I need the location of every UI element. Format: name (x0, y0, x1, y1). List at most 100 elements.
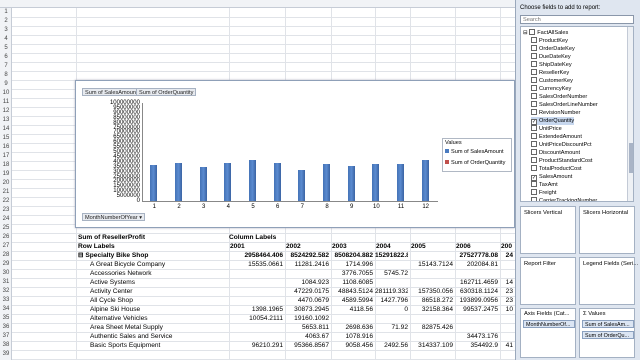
field-list-scrollbar[interactable] (627, 27, 633, 201)
checkbox-icon[interactable] (531, 69, 537, 75)
row-number[interactable]: 3 (0, 26, 12, 35)
pivot-value-cell[interactable]: 2698.636 (331, 323, 373, 332)
row-number[interactable]: 38 (0, 341, 12, 350)
pivot-row-label[interactable]: ⊟ Specialty Bike Shop (78, 251, 228, 260)
pivot-value-cell[interactable]: 10 (500, 305, 513, 314)
pivot-year-header[interactable]: 200 (501, 242, 514, 251)
checkbox-icon[interactable] (531, 149, 537, 155)
pivot-row-label[interactable]: All Cycle Shop (90, 296, 228, 305)
row-number[interactable]: 26 (0, 233, 12, 242)
pivot-value-cell[interactable]: 5745.72 (375, 269, 408, 278)
pivot-row-label[interactable]: Basic Sports Equipment (90, 341, 228, 350)
pivot-value-cell[interactable]: 8524292.582 (285, 251, 329, 260)
pivot-year-header[interactable]: 2005 (411, 242, 454, 251)
row-number[interactable]: 31 (0, 278, 12, 287)
chart-field-button-salesamount[interactable]: Sum of SalesAmount (82, 88, 141, 96)
pivot-value-cell[interactable] (375, 278, 408, 287)
field-item[interactable]: OrderDateKey (531, 45, 575, 53)
pivot-value-cell[interactable]: 99537.2475 (455, 305, 498, 314)
pivot-row-label[interactable]: Alpine Ski House (90, 305, 228, 314)
pivot-value-cell[interactable] (331, 314, 373, 323)
pivot-value-cell[interactable] (410, 269, 453, 278)
row-number[interactable]: 33 (0, 296, 12, 305)
pivot-year-header[interactable]: 2004 (376, 242, 409, 251)
pivot-value-cell[interactable] (500, 269, 513, 278)
row-number[interactable]: 15 (0, 134, 12, 143)
field-item[interactable]: DueDateKey (531, 53, 571, 61)
pivot-value-cell[interactable]: 34473.176 (455, 332, 498, 341)
bar-month-6[interactable] (273, 162, 281, 201)
field-item[interactable]: UnitPriceDiscountPct (531, 141, 592, 149)
pivot-row-label[interactable]: Activity Center (90, 287, 228, 296)
pivot-value-cell[interactable]: 1078.916 (331, 332, 373, 341)
pivot-value-cell[interactable] (285, 269, 329, 278)
row-number[interactable]: 25 (0, 224, 12, 233)
pivot-row-label[interactable]: Authentic Sales and Service (90, 332, 228, 341)
pivot-value-cell[interactable]: 1108.6085 (331, 278, 373, 287)
pivot-value-cell[interactable] (500, 323, 513, 332)
pivot-value-cell[interactable]: 86518.272 (410, 296, 453, 305)
checkbox-icon[interactable] (531, 181, 537, 187)
value-chip-orderquantity[interactable]: Sum of OrderQu... (582, 331, 634, 339)
area-slicers-vertical[interactable]: Slicers Vertical (520, 206, 576, 254)
pivot-value-cell[interactable]: 95366.8567 (285, 341, 329, 350)
row-number[interactable]: 4 (0, 35, 12, 44)
pivot-value-cell[interactable]: 48843.5124 (331, 287, 373, 296)
row-number[interactable]: 30 (0, 269, 12, 278)
pivot-value-cell[interactable] (410, 314, 453, 323)
pivot-value-cell[interactable]: 4470.0679 (285, 296, 329, 305)
row-number[interactable]: 22 (0, 197, 12, 206)
row-number[interactable]: 1 (0, 8, 12, 17)
pivot-value-cell[interactable]: 19160.1092 (285, 314, 329, 323)
pivot-row-label[interactable]: Accessories Network (90, 269, 228, 278)
scrollbar-thumb[interactable] (629, 143, 633, 173)
row-number[interactable]: 27 (0, 242, 12, 251)
checkbox-icon[interactable] (531, 85, 537, 91)
row-number[interactable]: 28 (0, 251, 12, 260)
pivot-value-cell[interactable]: 0 (375, 305, 408, 314)
checkbox-icon[interactable] (531, 109, 537, 115)
checkbox-icon[interactable] (531, 37, 537, 43)
row-number[interactable]: 9 (0, 80, 12, 89)
bar-month-1[interactable] (150, 165, 158, 201)
field-item[interactable]: RevisionNumber (531, 109, 580, 117)
pivot-value-cell[interactable]: 1427.796 (375, 296, 408, 305)
bar-month-2[interactable] (175, 162, 182, 201)
pivot-value-cell[interactable] (410, 251, 453, 260)
pivot-value-cell[interactable] (455, 323, 498, 332)
pivot-value-cell[interactable]: 1084.923 (285, 278, 329, 287)
checkbox-icon[interactable] (531, 53, 537, 59)
bar-month-3[interactable] (199, 166, 207, 201)
checkbox-icon[interactable] (531, 165, 537, 171)
row-number[interactable]: 10 (0, 89, 12, 98)
bar-month-7[interactable] (298, 170, 306, 201)
area-axis-fields[interactable]: Axis Fields (Cat... MonthNumberOf... (520, 308, 576, 358)
pivot-value-cell[interactable]: 14 (500, 278, 513, 287)
row-number[interactable]: 8 (0, 71, 12, 80)
pivot-value-cell[interactable]: 4118.56 (331, 305, 373, 314)
checkbox-icon[interactable] (531, 61, 537, 67)
field-item[interactable]: ProductKey (531, 37, 568, 45)
checkbox-icon[interactable] (531, 157, 537, 163)
field-item[interactable]: ExtendedAmount (531, 133, 582, 141)
row-number[interactable]: 23 (0, 206, 12, 215)
bar-month-4[interactable] (224, 163, 232, 201)
row-number[interactable]: 16 (0, 143, 12, 152)
pivot-value-cell[interactable]: 47229.0175 (285, 287, 329, 296)
checkbox-icon[interactable] (531, 101, 537, 107)
row-number[interactable]: 19 (0, 170, 12, 179)
pivot-value-cell[interactable] (410, 332, 453, 341)
field-item[interactable]: ProductStandardCost (531, 157, 592, 165)
pivot-value-cell[interactable]: 96210.291 (229, 341, 283, 350)
pivot-year-header[interactable]: 2006 (456, 242, 499, 251)
bar-month-11[interactable] (397, 163, 404, 201)
pivot-value-cell[interactable] (229, 296, 283, 305)
pivot-column-labels[interactable]: Column Labels (229, 233, 309, 242)
column-header-bar[interactable] (0, 0, 515, 8)
pivot-value-cell[interactable]: 314337.109 (410, 341, 453, 350)
area-values[interactable]: Σ Values Sum of SalesAm... Sum of OrderQ… (579, 308, 635, 358)
pivot-value-cell[interactable]: 82875.426 (410, 323, 453, 332)
pivot-value-cell[interactable]: 5653.811 (285, 323, 329, 332)
field-item[interactable]: CarrierTrackingNumber (531, 197, 597, 201)
pivot-value-cell[interactable] (410, 278, 453, 287)
